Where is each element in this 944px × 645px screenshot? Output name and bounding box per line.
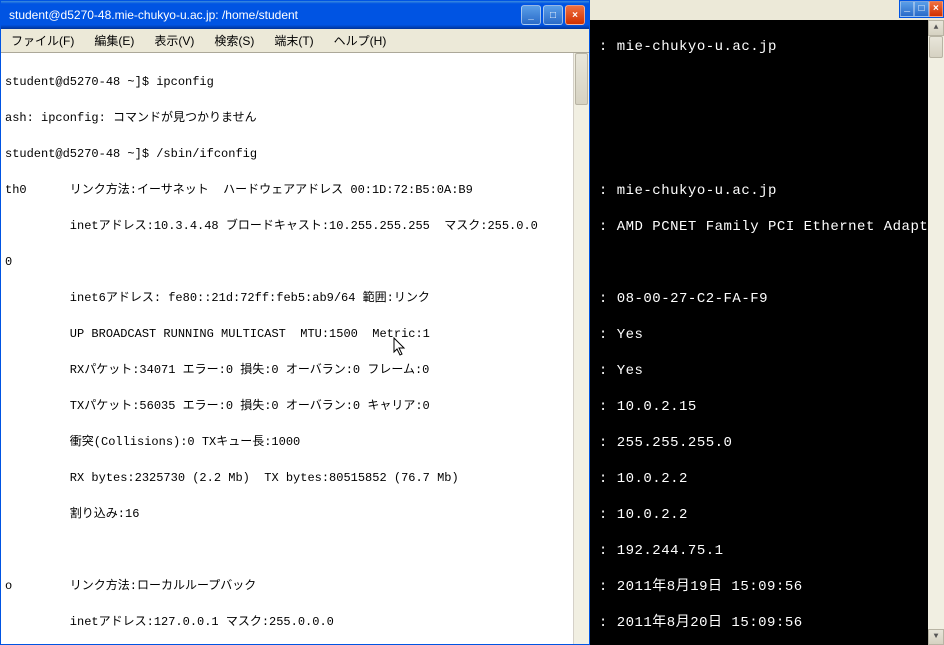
cmd-line: [590, 110, 944, 128]
terminal-line: inet6アドレス: fe80::21d:72ff:feb5:ab9/64 範囲…: [5, 289, 585, 307]
terminal-line: RXパケット:34071 エラー:0 損失:0 オーバラン:0 フレーム:0: [5, 361, 585, 379]
cmd-line: : mie-chukyo-u.ac.jp: [590, 182, 944, 200]
cmd-line: : AMD PCNET Family PCI Ethernet Adapter: [590, 218, 944, 236]
terminal-line: 衝突(Collisions):0 TXキュー長:1000: [5, 433, 585, 451]
terminal-line: inetアドレス:127.0.0.1 マスク:255.0.0.0: [5, 613, 585, 631]
terminal-line: student@d5270-48 ~]$ /sbin/ifconfig: [5, 145, 585, 163]
scroll-thumb[interactable]: [929, 36, 943, 58]
terminal-window-controls: _ □ ×: [521, 5, 585, 25]
cmd-body[interactable]: : mie-chukyo-u.ac.jp : mie-chukyo-u.ac.j…: [590, 20, 944, 645]
scroll-up-button[interactable]: ▲: [928, 20, 944, 36]
terminal-scrollbar[interactable]: [573, 53, 589, 644]
cmd-line: : 10.0.2.15: [590, 398, 944, 416]
terminal-title: student@d5270-48.mie-chukyo-u.ac.jp: /ho…: [5, 8, 521, 22]
cmd-line: : 255.255.255.0: [590, 434, 944, 452]
terminal-menubar: ファイル(F) 編集(E) 表示(V) 検索(S) 端末(T) ヘルプ(H): [1, 29, 589, 53]
desktop-minimize-button[interactable]: _: [900, 1, 914, 17]
cmd-line: : 10.0.2.2: [590, 470, 944, 488]
menu-terminal[interactable]: 端末(T): [268, 30, 319, 51]
terminal-line: student@d5270-48 ~]$ ipconfig: [5, 73, 585, 91]
cmd-line: : 192.244.75.1: [590, 542, 944, 560]
terminal-line: 割り込み:16: [5, 505, 585, 523]
terminal-line: UP BROADCAST RUNNING MULTICAST MTU:1500 …: [5, 325, 585, 343]
cmd-line: : Yes: [590, 362, 944, 380]
terminal-line: RX bytes:2325730 (2.2 Mb) TX bytes:80515…: [5, 469, 585, 487]
cmd-line: : 10.0.2.2: [590, 506, 944, 524]
cmd-line: [590, 254, 944, 272]
terminal-maximize-button[interactable]: □: [543, 5, 563, 25]
desktop-window-controls: _ □ ×: [899, 0, 944, 18]
cmd-line: : Yes: [590, 326, 944, 344]
terminal-close-button[interactable]: ×: [565, 5, 585, 25]
terminal-body[interactable]: student@d5270-48 ~]$ ipconfig ash: ipcon…: [1, 53, 589, 644]
cmd-window: : mie-chukyo-u.ac.jp : mie-chukyo-u.ac.j…: [590, 20, 944, 645]
cmd-line: : 2011年8月20日 15:09:56: [590, 614, 944, 632]
cmd-scrollbar[interactable]: ▲ ▼: [928, 20, 944, 645]
cmd-line: [590, 146, 944, 164]
desktop-maximize-button[interactable]: □: [914, 1, 928, 17]
terminal-line: ash: ipconfig: コマンドが見つかりません: [5, 109, 585, 127]
terminal-line: [5, 541, 585, 559]
terminal-line: o リンク方法:ローカルループバック: [5, 577, 585, 595]
terminal-window: student@d5270-48.mie-chukyo-u.ac.jp: /ho…: [0, 0, 590, 645]
menu-edit[interactable]: 編集(E): [88, 30, 140, 51]
scroll-down-button[interactable]: ▼: [928, 629, 944, 645]
terminal-line: inetアドレス:10.3.4.48 ブロードキャスト:10.255.255.2…: [5, 217, 585, 235]
cmd-line: [590, 74, 944, 92]
terminal-titlebar[interactable]: student@d5270-48.mie-chukyo-u.ac.jp: /ho…: [1, 1, 589, 29]
cmd-line: : 08-00-27-C2-FA-F9: [590, 290, 944, 308]
cmd-line: : 2011年8月19日 15:09:56: [590, 578, 944, 596]
menu-view[interactable]: 表示(V): [148, 30, 200, 51]
menu-file[interactable]: ファイル(F): [5, 30, 80, 51]
terminal-line: TXパケット:56035 エラー:0 損失:0 オーバラン:0 キャリア:0: [5, 397, 585, 415]
terminal-line: th0 リンク方法:イーサネット ハードウェアアドレス 00:1D:72:B5:…: [5, 181, 585, 199]
terminal-line: 0: [5, 253, 585, 271]
cmd-line: : mie-chukyo-u.ac.jp: [590, 38, 944, 56]
desktop-close-button[interactable]: ×: [929, 1, 943, 17]
terminal-minimize-button[interactable]: _: [521, 5, 541, 25]
menu-search[interactable]: 検索(S): [208, 30, 260, 51]
menu-help[interactable]: ヘルプ(H): [328, 30, 393, 51]
